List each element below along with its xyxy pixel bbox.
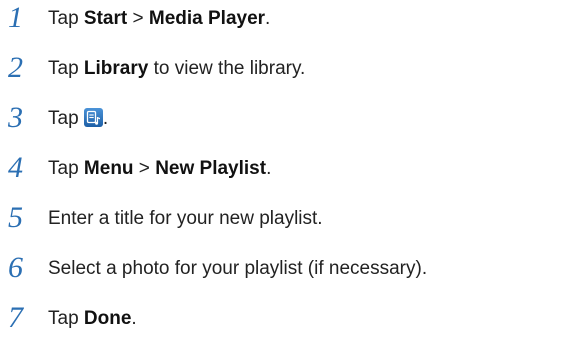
step-text-part: . <box>131 308 137 329</box>
step-text-part: to view the library. <box>148 58 306 79</box>
step-number: 3 <box>8 101 23 134</box>
media-player-label: Media Player <box>148 8 266 29</box>
new-playlist-label: New Playlist <box>155 158 267 179</box>
step-text: Tap . <box>48 107 108 131</box>
step-text-part: . <box>266 158 272 179</box>
step-4: 4 Tap Menu > New Playlist. <box>0 150 561 186</box>
step-number: 1 <box>8 1 23 34</box>
step-text: Tap Start > Media Player. <box>48 7 270 31</box>
step-text-part: > <box>127 8 149 29</box>
step-text: Enter a title for your new playlist. <box>48 208 323 229</box>
step-text: Tap Library to view the library. <box>48 57 305 81</box>
step-7: 7 Tap Done. <box>0 300 561 336</box>
step-text: Tap Menu > New Playlist. <box>48 157 271 181</box>
step-text-part: Tap <box>48 108 84 129</box>
step-number: 7 <box>8 301 23 334</box>
instruction-steps: 1 Tap Start > Media Player. 2 Tap Librar… <box>0 0 561 348</box>
step-6: 6 Select a photo for your playlist (if n… <box>0 250 561 286</box>
done-label: Done <box>83 308 132 329</box>
step-text-part: . <box>102 108 109 129</box>
step-text-part: > <box>133 158 156 179</box>
step-number: 4 <box>8 151 23 184</box>
step-number: 6 <box>8 251 23 284</box>
step-text-part: Tap <box>48 308 84 329</box>
step-text-part: Tap <box>48 8 84 29</box>
playlist-icon <box>83 108 103 127</box>
library-label: Library <box>83 58 149 79</box>
step-text-part: Tap <box>48 158 84 179</box>
step-text-part: . <box>265 8 271 29</box>
step-number: 2 <box>8 51 23 84</box>
step-text: Tap Done. <box>48 307 137 331</box>
step-3: 3 Tap . <box>0 100 561 136</box>
step-1: 1 Tap Start > Media Player. <box>0 0 561 36</box>
step-5: 5 Enter a title for your new playlist. <box>0 200 561 236</box>
step-text: Select a photo for your playlist (if nec… <box>48 258 428 279</box>
menu-label: Menu <box>83 158 134 179</box>
step-number: 5 <box>8 201 23 234</box>
step-2: 2 Tap Library to view the library. <box>0 50 561 86</box>
step-text-part: Tap <box>48 58 84 79</box>
start-menu-label: Start <box>83 8 128 29</box>
